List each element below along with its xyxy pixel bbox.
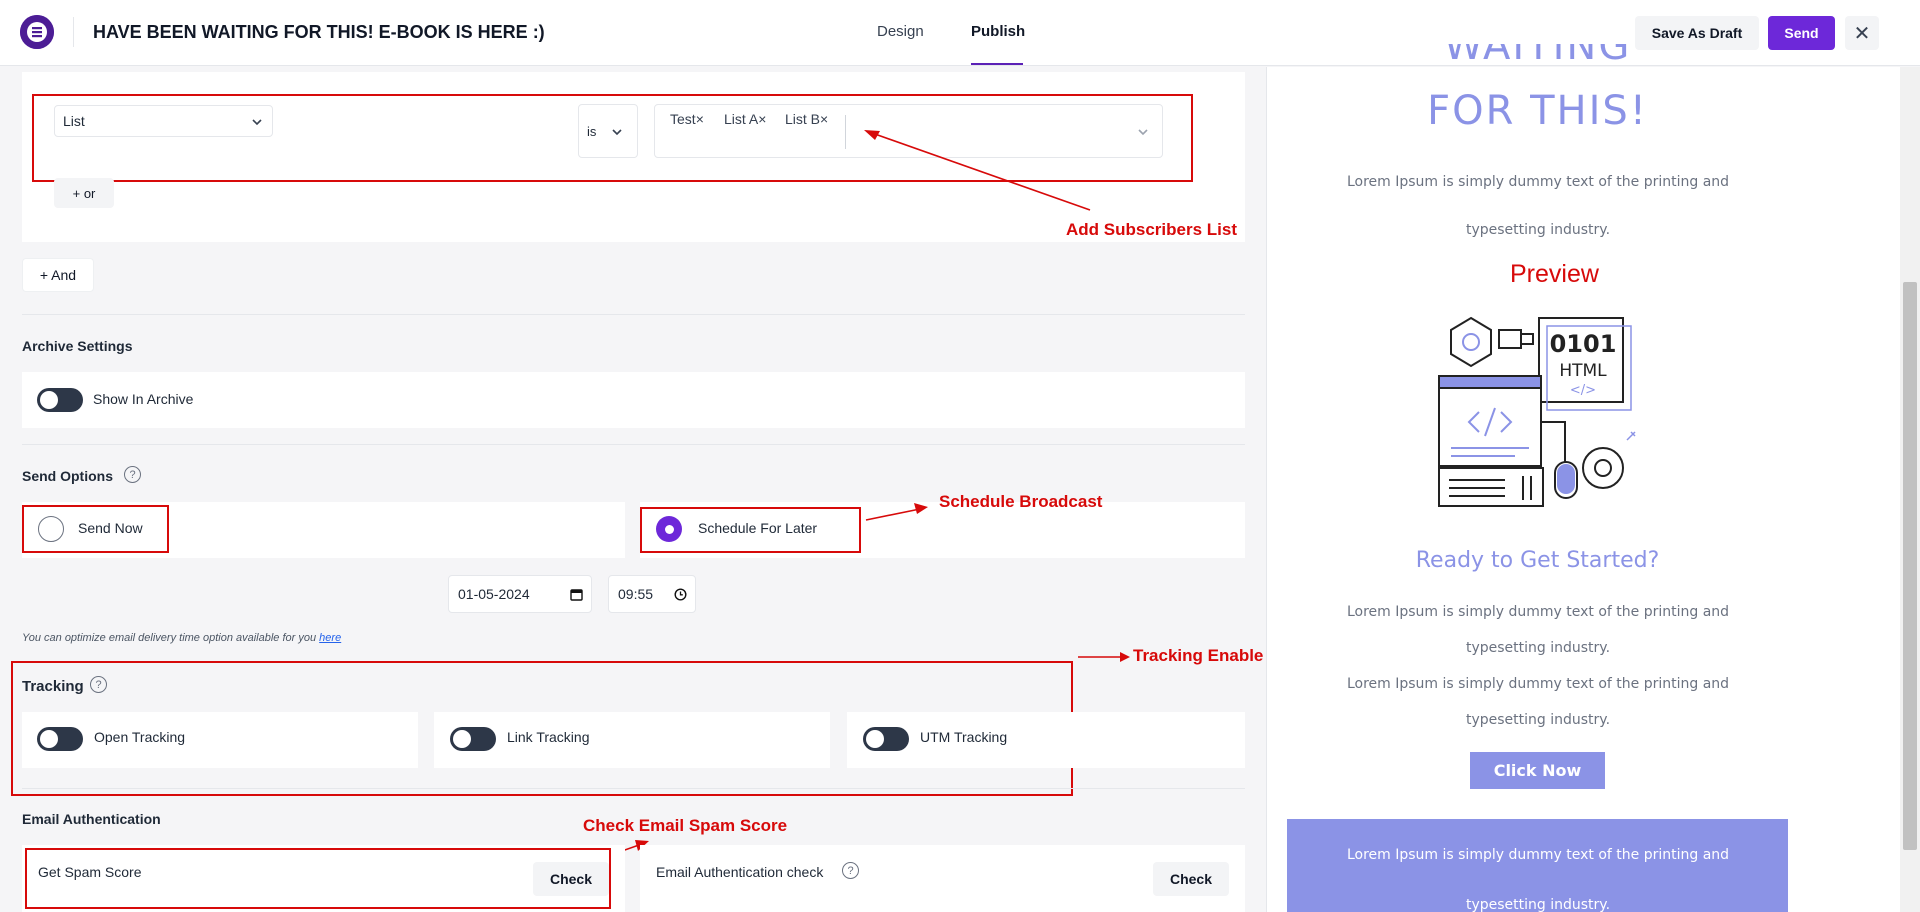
panel-divider: [1266, 67, 1267, 912]
show-in-archive-label: Show In Archive: [93, 391, 194, 407]
annotation-arrow: [1078, 652, 1130, 662]
and-button[interactable]: + And: [22, 258, 94, 292]
preview-paragraph: Lorem Ipsum is simply dummy text of the …: [1346, 604, 1730, 656]
or-button[interactable]: + or: [54, 178, 114, 208]
calendar-icon: [570, 589, 583, 601]
preview-heading-line2: FOR THIS!: [1427, 88, 1648, 134]
annotation-preview: Preview: [1510, 260, 1599, 288]
send-now-highlight-box: [22, 505, 169, 553]
open-tracking-label: Open Tracking: [94, 729, 186, 745]
utm-tracking-toggle[interactable]: [863, 727, 909, 751]
email-auth-heading: Email Authentication: [22, 811, 161, 827]
optimize-note-link[interactable]: here: [319, 632, 341, 644]
illustration-text-html: HTML: [1559, 361, 1607, 381]
help-icon[interactable]: ?: [90, 676, 107, 693]
email-auth-label: Email Authentication check: [656, 864, 824, 880]
annotation-subscribers: Add Subscribers List: [1066, 220, 1237, 239]
active-tab-indicator: [971, 63, 1023, 65]
schedule-time-input[interactable]: 09:55: [608, 575, 696, 613]
preview-paragraph: Lorem Ipsum is simply dummy text of the …: [1346, 174, 1730, 238]
clock-icon: [674, 588, 687, 601]
tab-design[interactable]: Design: [877, 23, 924, 40]
annotation-arrow: [865, 503, 928, 521]
preview-cta-button[interactable]: Click Now: [1470, 752, 1605, 789]
link-tracking-toggle[interactable]: [450, 727, 496, 751]
date-value: 01-05-2024: [458, 586, 530, 602]
spam-highlight-box: [25, 848, 611, 909]
divider: [22, 788, 1245, 789]
preview-footer-text: Lorem Ipsum is simply dummy text of the …: [1346, 847, 1730, 912]
help-icon[interactable]: ?: [842, 862, 859, 879]
app-logo[interactable]: [20, 15, 54, 49]
illustration-text-tag: </>: [1570, 383, 1596, 398]
open-tracking-toggle[interactable]: [37, 727, 83, 751]
preview-ready-heading: Ready to Get Started?: [1415, 548, 1660, 573]
schedule-highlight-box: [640, 507, 861, 553]
optimize-note-text: You can optimize email delivery time opt…: [22, 632, 317, 644]
header-divider: [73, 17, 74, 47]
scrollbar-thumb[interactable]: [1903, 282, 1917, 850]
divider: [22, 314, 1245, 315]
show-in-archive-toggle[interactable]: [37, 388, 83, 412]
archive-card: [22, 372, 1245, 428]
annotation-tracking: Tracking Enable: [1133, 646, 1264, 665]
annotation-arrow: [864, 130, 1091, 211]
tracking-heading: Tracking: [22, 678, 84, 695]
coding-illustration-icon: 0101 HTML </>: [1438, 316, 1636, 507]
divider: [22, 444, 1245, 445]
email-auth-check-button[interactable]: Check: [1153, 862, 1229, 896]
illustration-text-binary: 0101: [1550, 330, 1617, 358]
link-tracking-label: Link Tracking: [507, 729, 590, 745]
close-icon[interactable]: ✕: [1845, 16, 1879, 50]
schedule-date-input[interactable]: 01-05-2024: [448, 575, 592, 613]
help-icon[interactable]: ?: [124, 466, 141, 483]
send-button[interactable]: Send: [1768, 16, 1835, 50]
logo-icon: [20, 15, 54, 49]
preview-heading-line1-text: WAITING: [1443, 44, 1632, 69]
utm-tracking-label: UTM Tracking: [920, 729, 1008, 745]
annotation-spam: Check Email Spam Score: [583, 816, 788, 835]
time-value: 09:55: [618, 586, 654, 602]
preview-paragraph: Lorem Ipsum is simply dummy text of the …: [1346, 676, 1730, 728]
campaign-title: HAVE BEEN WAITING FOR THIS! E-BOOK IS HE…: [93, 22, 545, 42]
annotation-schedule: Schedule Broadcast: [939, 492, 1103, 511]
tab-publish[interactable]: Publish: [971, 23, 1025, 40]
preview-heading-line1: WAITING: [1310, 44, 1765, 80]
optimize-note: You can optimize email delivery time opt…: [22, 632, 341, 644]
archive-settings-heading: Archive Settings: [22, 338, 133, 354]
send-options-heading: Send Options: [22, 468, 113, 484]
